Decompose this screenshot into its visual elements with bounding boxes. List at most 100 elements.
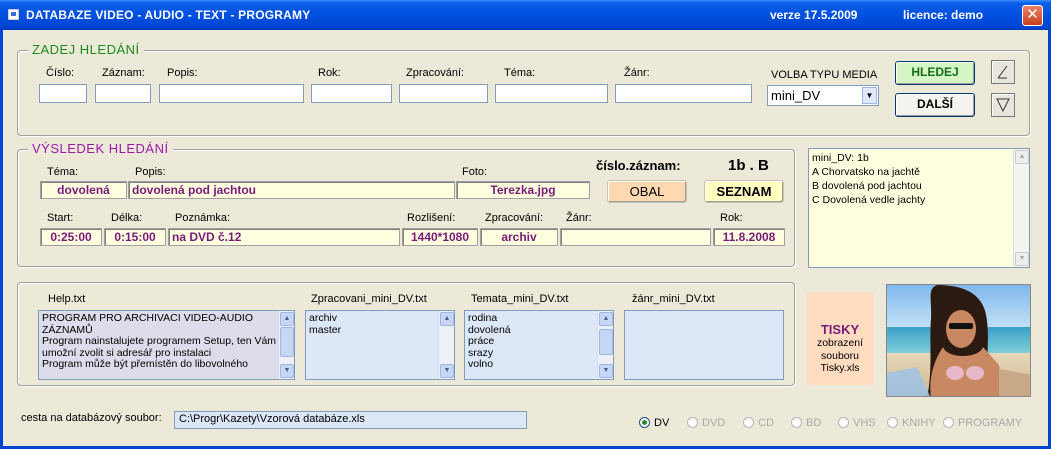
tema-input[interactable] — [495, 84, 608, 103]
result-rozliseni-value: 1440*1080 — [402, 228, 478, 246]
close-icon[interactable]: ✕ — [1022, 5, 1043, 26]
radio-label: VHS — [853, 417, 876, 429]
tema-label: Téma: — [504, 67, 536, 79]
radio-dot[interactable] — [943, 417, 954, 428]
scroll-down-icon[interactable]: ▼ — [599, 364, 613, 378]
radio-bd[interactable]: BD — [791, 417, 821, 429]
radio-dot[interactable] — [791, 417, 802, 428]
result-foto-value: Terezka.jpg — [456, 181, 590, 199]
list-item: PROGRAM PRO ARCHIVACI VIDEO-AUDIO — [42, 312, 253, 324]
list-item[interactable]: práce — [468, 335, 610, 348]
rok-input[interactable] — [311, 84, 392, 103]
title-bar[interactable]: DATABAZE VIDEO - AUDIO - TEXT - PROGRAMY… — [0, 0, 1051, 30]
media-type-value: mini_DV — [771, 88, 821, 103]
scroll-down-icon[interactable]: ▼ — [1015, 252, 1029, 266]
media-type-select[interactable]: mini_DV ▼ — [767, 85, 879, 106]
record-list-scrollbar[interactable]: ▲ ▼ — [1013, 149, 1029, 267]
popis-label: Popis: — [167, 67, 198, 79]
list-item: Program může být přemístěn do libovolnéh… — [42, 358, 249, 370]
result-tema-value: dovolená — [40, 181, 127, 199]
scroll-thumb[interactable] — [280, 327, 294, 357]
radio-dv[interactable]: DV — [639, 417, 669, 429]
radio-label: CD — [758, 417, 774, 429]
scroll-up-icon[interactable]: ▲ — [599, 312, 613, 326]
temata-list-scrollbar[interactable]: ▲ ▼ — [597, 311, 613, 379]
radio-dot[interactable] — [743, 417, 754, 428]
result-rok-value: 11.8.2008 — [713, 228, 785, 246]
radio-knihy[interactable]: KNIHY — [887, 417, 936, 429]
cislo-input[interactable] — [39, 84, 87, 103]
help-list-scrollbar[interactable]: ▲ ▼ — [278, 311, 294, 379]
search-legend: ZADEJ HLEDÁNÍ — [28, 42, 144, 57]
list-item[interactable]: mini_DV: 1b — [812, 151, 1026, 165]
result-popis-value: dovolená pod jachtou — [128, 181, 455, 199]
result-start-value: 0:25:00 — [40, 228, 102, 246]
list-item[interactable]: A Chorvatsko na jachtě — [812, 165, 1026, 179]
scroll-up-icon[interactable]: ▲ — [280, 312, 294, 326]
zaznam-label: Záznam: — [102, 67, 145, 79]
sort-asc-icon[interactable] — [991, 60, 1015, 84]
tisky-button[interactable]: TISKY zobrazení souboru Tisky.xls — [807, 292, 873, 385]
zanr-list-title: žánr_mini_DV.txt — [632, 293, 715, 305]
radio-dot[interactable] — [838, 417, 849, 428]
zaznam-input[interactable] — [95, 84, 151, 103]
result-zanr-value — [560, 228, 711, 246]
zanr-list[interactable] — [624, 310, 784, 380]
list-item[interactable]: rodina — [468, 312, 610, 325]
radio-dot[interactable] — [687, 417, 698, 428]
tisky-sub3: Tisky.xls — [820, 362, 860, 374]
list-item[interactable]: volno — [468, 358, 610, 371]
result-zpracovani-label: Zpracování: — [485, 212, 544, 224]
record-number-value: 1b . B — [728, 157, 769, 174]
list-item[interactable]: C Dovolená vedle jachty — [812, 193, 1026, 207]
chevron-down-icon[interactable]: ▼ — [862, 87, 877, 104]
path-input[interactable]: C:\Progr\Kazety\Vzorová databáze.xls — [174, 411, 527, 429]
temata-list-title: Temata_mini_DV.txt — [471, 293, 569, 305]
scroll-up-icon[interactable]: ▲ — [440, 312, 454, 326]
result-poznamka-value: na DVD č.12 — [168, 228, 400, 246]
scroll-thumb[interactable] — [599, 329, 613, 355]
radio-label: BD — [806, 417, 822, 429]
list-button[interactable]: SEZNAM — [704, 180, 784, 203]
result-legend: VÝSLEDEK HLEDÁNÍ — [28, 141, 173, 156]
help-list[interactable]: PROGRAM PRO ARCHIVACI VIDEO-AUDIO ZÁZNAM… — [38, 310, 295, 380]
zanr-input[interactable] — [615, 84, 752, 103]
licence-label: licence: demo — [903, 8, 984, 22]
temata-list[interactable]: rodina dovolená práce srazy volno ▲ ▼ — [464, 310, 614, 380]
popis-input[interactable] — [159, 84, 304, 103]
result-poznamka-label: Poznámka: — [175, 212, 231, 224]
cover-button[interactable]: OBAL — [607, 180, 687, 203]
radio-dot[interactable] — [639, 417, 650, 428]
radio-dvd[interactable]: DVD — [687, 417, 725, 429]
radio-dot[interactable] — [887, 417, 898, 428]
tisky-sub2: souboru — [821, 349, 859, 362]
scroll-down-icon[interactable]: ▼ — [440, 364, 454, 378]
scroll-up-icon[interactable]: ▲ — [1015, 150, 1029, 164]
list-item: Program nainstalujete programem Setup, t… — [42, 335, 277, 347]
radio-cd[interactable]: CD — [743, 417, 774, 429]
zanr-label: Žánr: — [624, 67, 650, 79]
result-group: VÝSLEDEK HLEDÁNÍ Téma: Popis: Foto: dovo… — [17, 141, 795, 267]
result-rozliseni-label: Rozlišení: — [407, 212, 456, 224]
lists-group: Help.txt Zpracovani_mini_DV.txt Temata_m… — [17, 282, 795, 386]
list-item[interactable]: master — [309, 324, 451, 337]
list-item[interactable]: archiv — [309, 312, 451, 325]
next-button[interactable]: DALŠÍ — [895, 93, 975, 117]
sort-desc-icon[interactable] — [991, 93, 1015, 117]
record-number-label: číslo.záznam: — [596, 158, 681, 173]
app-icon — [8, 9, 19, 20]
media-type-label: VOLBA TYPU MEDIA — [771, 69, 878, 81]
search-group: ZADEJ HLEDÁNÍ Číslo: Záznam: Popis: Rok:… — [17, 42, 1030, 136]
list-item[interactable]: B dovolená pod jachtou — [812, 179, 1026, 193]
zpracovani-input[interactable] — [399, 84, 488, 103]
zpracovani-list[interactable]: archiv master ▲ ▼ — [305, 310, 455, 380]
tisky-sub1: zobrazení — [816, 337, 864, 349]
window-title: DATABAZE VIDEO - AUDIO - TEXT - PROGRAMY — [26, 8, 311, 22]
radio-vhs[interactable]: VHS — [838, 417, 876, 429]
radio-programy[interactable]: PROGRAMY — [943, 417, 1022, 429]
search-button[interactable]: HLEDEJ — [895, 61, 975, 85]
record-list[interactable]: mini_DV: 1b A Chorvatsko na jachtě B dov… — [808, 148, 1030, 268]
zpracovani-label: Zpracování: — [406, 67, 465, 79]
zpracovani-list-scrollbar[interactable]: ▲ ▼ — [438, 311, 454, 379]
scroll-down-icon[interactable]: ▼ — [280, 364, 294, 378]
